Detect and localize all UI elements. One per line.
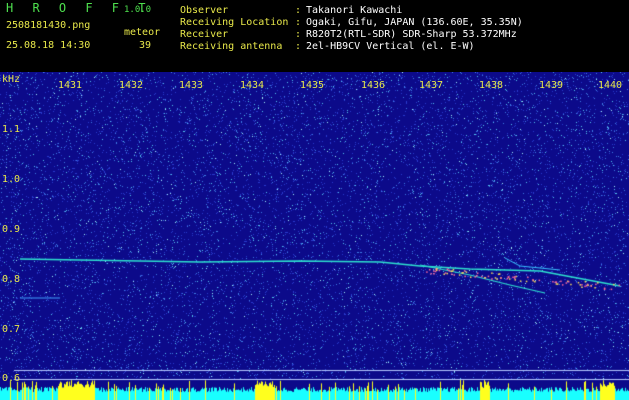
meteor-count: 39	[139, 40, 152, 51]
header-panel: H R O F F T 1.0.0 2508181430.png meteor …	[0, 0, 629, 72]
y-axis-unit: kHz	[2, 74, 21, 85]
meteor-label: meteor	[124, 27, 161, 38]
info-key-antenna: Receiving antenna	[180, 41, 283, 52]
info-value-antenna: 2el-HB9CV Vertical (el. E-W)	[306, 41, 475, 52]
y-tick-label: 0.6	[2, 373, 21, 384]
x-tick-label: 1437	[419, 80, 444, 91]
x-tick-label: 1436	[361, 80, 386, 91]
info-sep: :	[295, 41, 302, 52]
info-sep: :	[295, 5, 302, 16]
date-time: 25.08.18 14:30	[6, 40, 91, 51]
waterfall-spectrogram	[0, 72, 629, 400]
x-tick-label: 1432	[119, 80, 144, 91]
y-tick-label: 1.0	[2, 174, 21, 185]
x-tick-label: 1433	[179, 80, 204, 91]
info-value-observer: Takanori Kawachi	[306, 5, 403, 16]
x-tick-label: 1438	[479, 80, 504, 91]
x-tick-label: 1431	[58, 80, 83, 91]
y-tick-label: 0.9	[2, 224, 21, 235]
info-key-location: Receiving Location	[180, 17, 289, 28]
info-value-receiver: R820T2(RTL-SDR) SDR-Sharp 53.372MHz	[306, 29, 517, 40]
x-tick-label: 1440	[598, 80, 623, 91]
x-tick-label: 1434	[240, 80, 265, 91]
info-key-receiver: Receiver	[180, 29, 229, 40]
x-tick-label: 1435	[300, 80, 325, 91]
y-tick-label: 0.7	[2, 324, 21, 335]
y-tick-label: 0.8	[2, 274, 21, 285]
x-tick-label: 1439	[539, 80, 564, 91]
info-value-location: Ogaki, Gifu, JAPAN (136.60E, 35.35N)	[306, 17, 523, 28]
app-version: 1.0.0	[124, 5, 152, 15]
info-sep: :	[295, 29, 302, 40]
info-key-observer: Observer	[180, 5, 229, 16]
file-name: 2508181430.png	[6, 20, 91, 31]
y-tick-label: 1.1	[2, 124, 21, 135]
info-sep: :	[295, 17, 302, 28]
